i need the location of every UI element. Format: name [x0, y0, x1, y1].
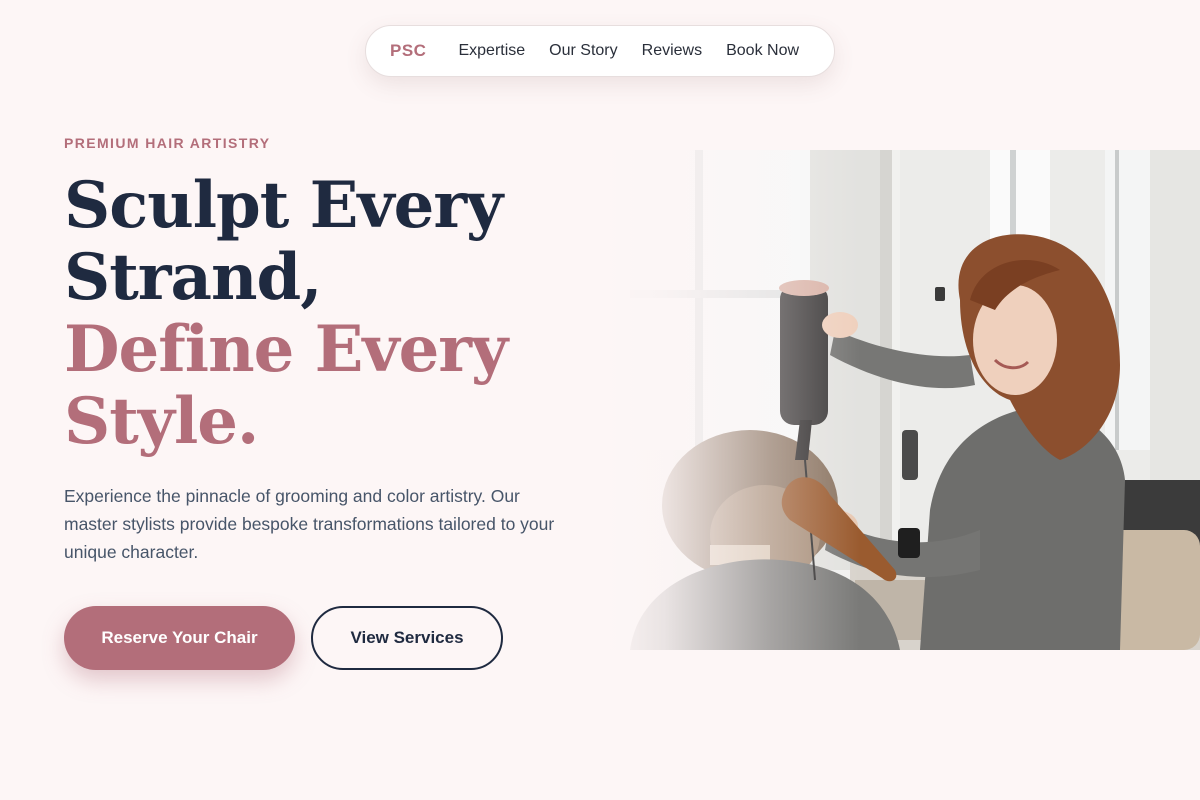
hero-headline: Sculpt Every Strand, Define Every Style.: [64, 170, 584, 458]
headline-line-1: Sculpt Every: [64, 168, 503, 243]
brand-logo[interactable]: PSC: [390, 41, 426, 61]
hero-description: Experience the pinnacle of grooming and …: [64, 486, 555, 562]
headline-accent-line-1: Define Every: [64, 312, 508, 387]
page: PSC Expertise Our Story Reviews Book Now…: [0, 0, 1200, 800]
nav-link-our-story[interactable]: Our Story: [549, 42, 617, 60]
image-fade-overlay: [600, 150, 860, 650]
headline-accent-line-2: Style.: [64, 384, 259, 459]
headline-line-2: Strand,: [64, 240, 323, 315]
nav-link-expertise[interactable]: Expertise: [458, 42, 525, 60]
hero-eyebrow: PREMIUM HAIR ARTISTRY: [64, 135, 271, 151]
nav-link-book-now[interactable]: Book Now: [726, 42, 799, 60]
nav-link-reviews[interactable]: Reviews: [642, 42, 702, 60]
top-nav: PSC Expertise Our Story Reviews Book Now: [365, 25, 835, 77]
view-services-button[interactable]: View Services: [311, 606, 503, 670]
nav-links: Expertise Our Story Reviews Book Now: [458, 42, 799, 60]
reserve-chair-button[interactable]: Reserve Your Chair: [64, 606, 295, 670]
hero-salon-photo: [600, 150, 1200, 650]
